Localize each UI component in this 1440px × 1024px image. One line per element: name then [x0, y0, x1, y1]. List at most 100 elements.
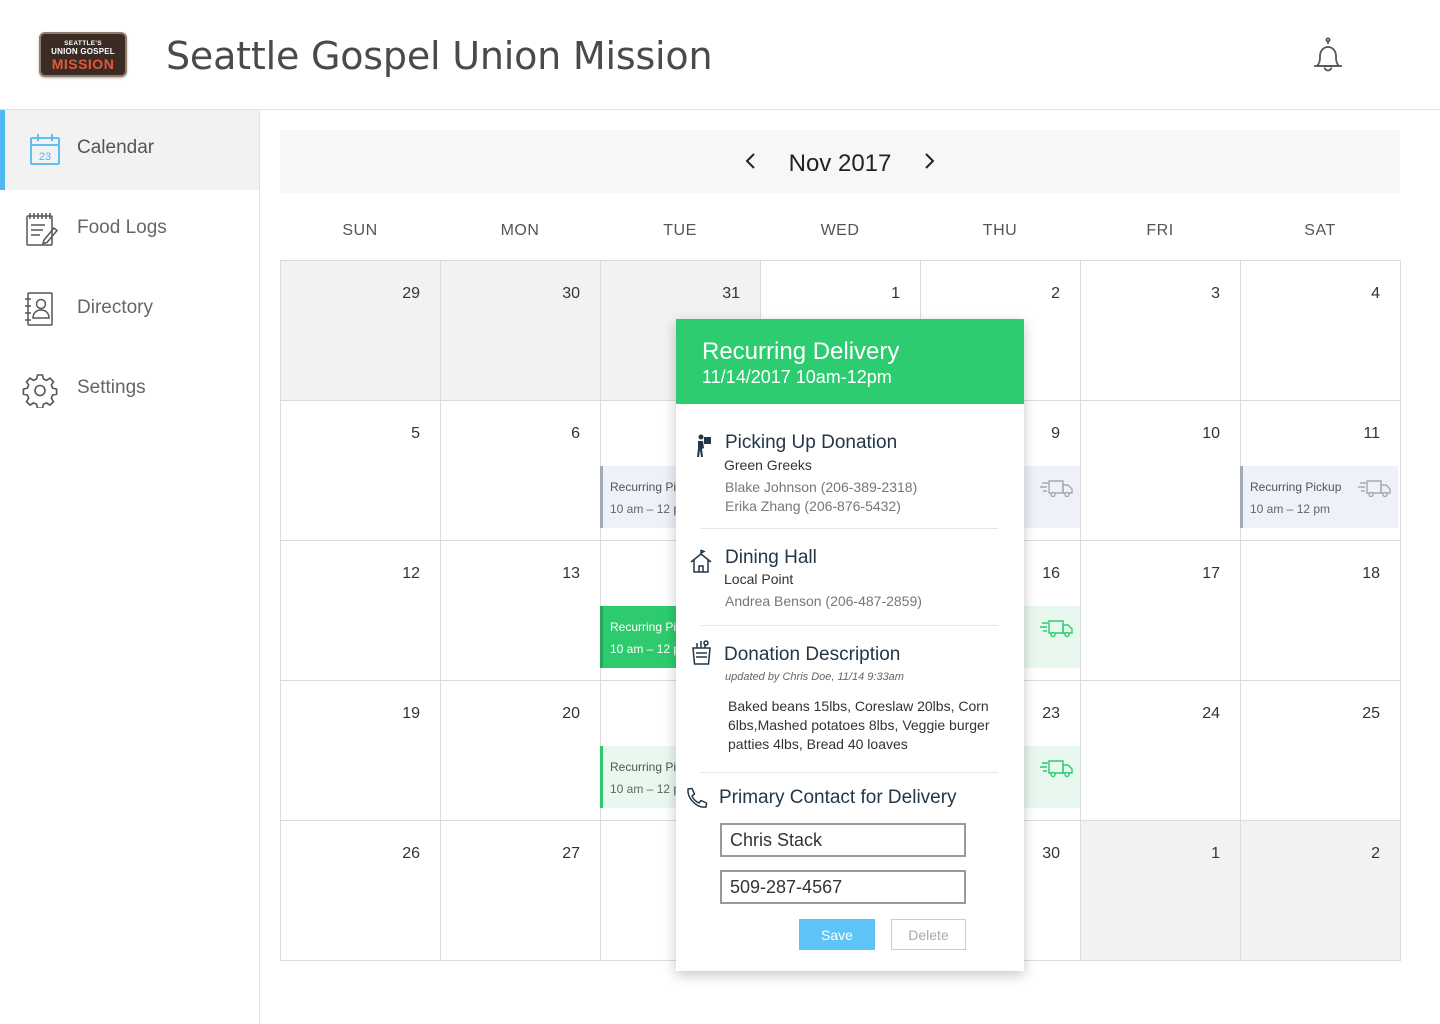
event-title: Recurring Pickup: [1250, 480, 1342, 494]
day-cell[interactable]: 29: [280, 260, 441, 401]
day-cell[interactable]: 24: [1080, 680, 1241, 821]
day-cell[interactable]: 2: [1240, 820, 1401, 961]
sidebar-item-label: Calendar: [77, 137, 155, 158]
calendar-icon: 23: [27, 130, 63, 168]
popup-title: Recurring Delivery: [702, 338, 900, 365]
sidebar-item-directory[interactable]: Directory: [0, 270, 259, 350]
description-updated: updated by Chris Doe, 11/14 9:33am: [725, 671, 904, 683]
app-header: SEATTLE'S UNION GOSPEL MISSION Seattle G…: [0, 0, 1440, 110]
day-cell[interactable]: 10: [1080, 400, 1241, 541]
sidebar: 23 Calendar Food Logs Directory Settings: [0, 110, 260, 1024]
day-cell[interactable]: 18: [1240, 540, 1401, 681]
day-cell[interactable]: 3: [1080, 260, 1241, 401]
weekday-label: SUN: [342, 222, 378, 239]
delete-button[interactable]: Delete: [891, 919, 966, 950]
weekday-label: WED: [820, 222, 860, 239]
day-number: 30: [1042, 845, 1060, 862]
day-number: 17: [1202, 565, 1220, 582]
contact-phone-input[interactable]: [720, 870, 966, 904]
day-number: 26: [402, 845, 420, 862]
contact-book-icon: [22, 290, 58, 328]
day-cell[interactable]: 19: [280, 680, 441, 821]
month-label: Nov 2017: [788, 150, 892, 177]
gear-icon: [22, 370, 58, 409]
grocery-bag-icon: [690, 639, 714, 665]
day-number: 18: [1362, 565, 1380, 582]
logo-line-3: MISSION: [51, 56, 115, 72]
dining-org: Local Point: [724, 571, 794, 587]
weekday-label: TUE: [663, 222, 697, 239]
sidebar-item-label: Food Logs: [77, 217, 167, 238]
day-number: 6: [571, 425, 580, 442]
weekday-label: SAT: [1304, 222, 1336, 239]
day-number: 9: [1051, 425, 1060, 442]
contact-title: Primary Contact for Delivery: [719, 787, 957, 808]
contact-name-input[interactable]: [720, 823, 966, 857]
truck-icon: [1040, 620, 1073, 638]
chevron-right-icon: [925, 153, 935, 169]
day-number: 23: [1042, 705, 1060, 722]
day-number: 19: [402, 705, 420, 722]
truck-icon: [1040, 760, 1073, 778]
day-cell[interactable]: 12: [280, 540, 441, 681]
truck-icon: [1040, 480, 1073, 498]
mission-logo[interactable]: SEATTLE'S UNION GOSPEL MISSION: [39, 32, 127, 77]
sidebar-item-label: Directory: [77, 297, 154, 318]
day-cell[interactable]: 30: [440, 260, 601, 401]
weekday-label: MON: [500, 222, 540, 239]
description-title: Donation Description: [724, 644, 901, 665]
sidebar-item-food-logs[interactable]: Food Logs: [0, 190, 259, 270]
next-month-button[interactable]: [918, 148, 942, 174]
divider: [700, 772, 998, 773]
truck-icon: [1358, 480, 1391, 498]
event-recurring-pickup-thu[interactable]: [1020, 466, 1080, 528]
day-number: 10: [1202, 425, 1220, 442]
day-number: 20: [562, 705, 580, 722]
bell-icon[interactable]: [1308, 36, 1348, 76]
pickup-contact: Erika Zhang (206-876-5432): [725, 498, 901, 514]
day-cell[interactable]: 6: [440, 400, 601, 541]
event-recurring-pickup-thu[interactable]: [1020, 606, 1080, 668]
weekday-header: SUN MON TUE WED THU FRI SAT: [280, 222, 1400, 242]
dining-title: Dining Hall: [725, 547, 817, 568]
calendar-icon-text: 23: [39, 151, 51, 163]
popup-header: Recurring Delivery 11/14/2017 10am-12pm: [676, 319, 1024, 404]
day-cell[interactable]: 5: [280, 400, 441, 541]
weekday-label: FRI: [1146, 222, 1174, 239]
event-recurring-pickup-thu[interactable]: [1020, 746, 1080, 808]
sidebar-item-calendar[interactable]: 23 Calendar: [0, 110, 259, 190]
clipboard-icon: [22, 210, 59, 248]
sidebar-item-label: Settings: [77, 377, 146, 398]
day-cell[interactable]: 1: [1080, 820, 1241, 961]
event-time: 10 am – 12 pm: [1250, 502, 1331, 516]
phone-icon: [684, 786, 708, 812]
logo-line-2: UNION GOSPEL: [51, 47, 115, 56]
day-number: 4: [1371, 285, 1380, 302]
day-cell[interactable]: 17: [1080, 540, 1241, 681]
pickup-title: Picking Up Donation: [725, 432, 898, 453]
sidebar-item-settings[interactable]: Settings: [0, 350, 259, 430]
day-number: 13: [562, 565, 580, 582]
description-text: Baked beans 15lbs, Coreslaw 20lbs, Corn …: [728, 698, 990, 752]
divider: [700, 625, 998, 626]
day-cell[interactable]: 20: [440, 680, 601, 821]
day-cell[interactable]: 26: [280, 820, 441, 961]
day-number: 30: [562, 285, 580, 302]
dining-contact: Andrea Benson (206-487-2859): [725, 593, 922, 609]
day-cell[interactable]: 25: [1240, 680, 1401, 821]
day-number: 31: [722, 285, 740, 302]
day-cell[interactable]: 13: [440, 540, 601, 681]
event-detail-popup: Recurring Delivery 11/14/2017 10am-12pm …: [676, 319, 1024, 971]
day-number: 24: [1202, 705, 1220, 722]
day-number: 3: [1211, 285, 1220, 302]
day-cell[interactable]: 27: [440, 820, 601, 961]
event-recurring-pickup[interactable]: Recurring Pickup 10 am – 12 pm: [1240, 466, 1398, 528]
day-cell[interactable]: 4: [1240, 260, 1401, 401]
save-button[interactable]: Save: [799, 919, 875, 950]
app-title: Seattle Gospel Union Mission: [166, 34, 713, 78]
day-number: 1: [891, 285, 900, 302]
day-number: 5: [411, 425, 420, 442]
day-number: 2: [1051, 285, 1060, 302]
building-icon: [689, 549, 713, 575]
popup-datetime: 11/14/2017 10am-12pm: [702, 367, 892, 387]
